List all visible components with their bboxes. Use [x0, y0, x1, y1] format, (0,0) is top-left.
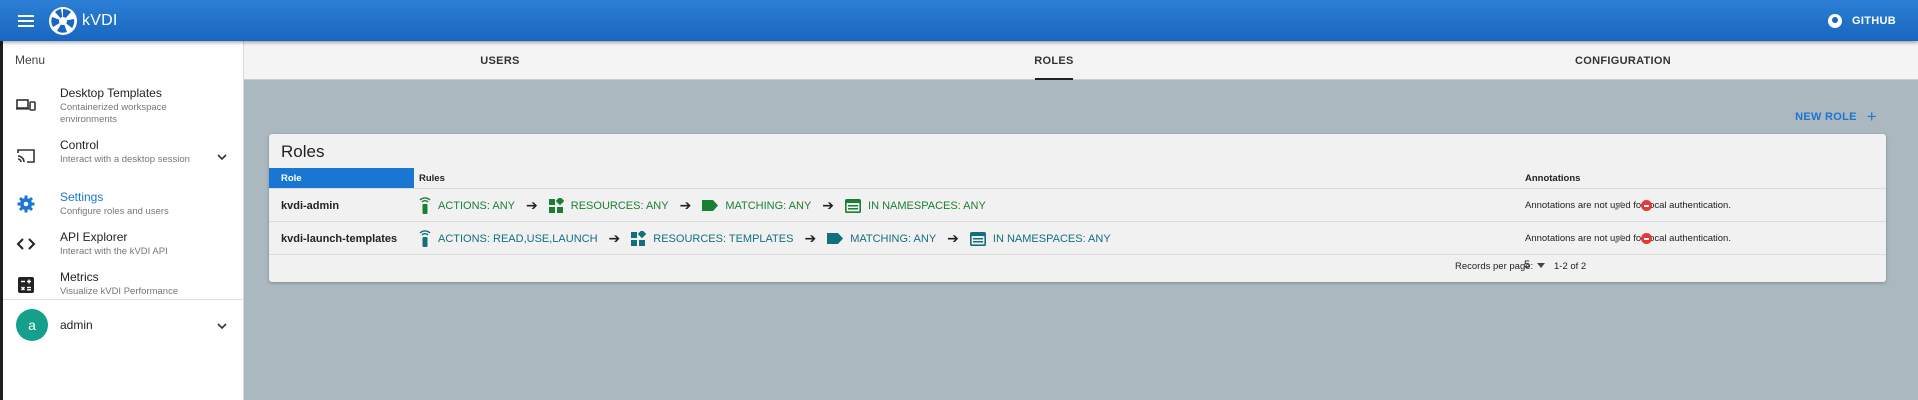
code-icon	[16, 238, 36, 250]
table-row[interactable]: kvdi-launch-templates ACTIONS: READ,USE,…	[269, 221, 1886, 254]
edit-icon[interactable]	[1614, 233, 1625, 244]
new-role-button[interactable]: NEW ROLE +	[1795, 107, 1877, 126]
web-asset-icon	[969, 231, 986, 246]
table-row[interactable]: kvdi-admin ACTIONS: ANY ➔ RESOURCES: ANY…	[269, 188, 1886, 221]
github-label: GITHUB	[1852, 14, 1896, 27]
sidebar-divider	[3, 299, 243, 300]
arrow-right-icon: ➔	[526, 197, 538, 213]
arrow-right-icon: ➔	[608, 230, 621, 246]
sidebar-item-subtitle: Configure roles and users	[60, 206, 169, 217]
column-header-role[interactable]: Role	[269, 168, 414, 188]
records-per-page-select[interactable]: 5	[1524, 259, 1530, 271]
user-name: admin	[60, 318, 93, 332]
widgets-icon	[548, 198, 564, 213]
role-name: kvdi-launch-templates	[281, 232, 398, 245]
user-menu[interactable]: a admin	[3, 305, 243, 345]
rule-text: MATCHING: ANY	[850, 232, 937, 245]
tab-roles[interactable]: ROLES	[1034, 41, 1073, 80]
label-icon	[827, 233, 844, 244]
sidebar-item-subtitle: Visualize kVDI Performance	[60, 286, 179, 297]
sidebar: Menu Desktop Templates Containerized wor…	[0, 41, 244, 400]
rules-list: ACTIONS: READ,USE,LAUNCH ➔ RESOURCES: TE…	[419, 222, 1111, 255]
edit-icon[interactable]	[1614, 200, 1625, 211]
calculator-icon	[18, 277, 34, 293]
remote-icon	[419, 229, 431, 247]
label-icon	[702, 200, 719, 211]
column-header-rules[interactable]: Rules	[419, 168, 445, 188]
sidebar-item-label: Settings	[60, 190, 104, 204]
sidebar-item-label: Desktop Templates	[60, 86, 162, 100]
rule-text: MATCHING: ANY	[725, 199, 812, 212]
annotation-text: Annotations are not used for local authe…	[1525, 200, 1731, 211]
arrow-right-icon: ➔	[947, 230, 959, 246]
tab-users[interactable]: USERS	[463, 41, 537, 80]
column-header-annotations[interactable]: Annotations	[1525, 168, 1580, 188]
tab-bar: USERS ROLES CONFIGURATION	[244, 41, 1918, 80]
kvdi-logo	[49, 6, 77, 35]
card-title: Roles	[281, 142, 325, 161]
plus-icon: +	[1866, 107, 1877, 126]
rule-resources: RESOURCES: ANY	[548, 198, 669, 213]
sidebar-item-subtitle: Interact with the kVDI API	[60, 246, 168, 257]
menu-icon[interactable]	[18, 12, 34, 30]
app-title: kVDI	[82, 11, 118, 29]
rule-text: RESOURCES: TEMPLATES	[653, 232, 794, 245]
new-role-label: NEW ROLE	[1795, 111, 1857, 123]
dropdown-arrow-icon[interactable]	[1537, 263, 1545, 268]
role-name: kvdi-admin	[281, 199, 340, 212]
rule-resources: RESOURCES: TEMPLATES	[631, 231, 793, 246]
sidebar-item-label: API Explorer	[60, 230, 128, 244]
remote-icon	[419, 196, 431, 214]
rule-text: RESOURCES: ANY	[570, 199, 669, 212]
sidebar-item-subtitle: Interact with a desktop session	[60, 154, 190, 165]
roles-card: Roles Role Rules Annotations kvdi-admin …	[269, 134, 1886, 282]
cast-icon	[17, 149, 35, 163]
rule-namespaces: IN NAMESPACES: ANY	[969, 231, 1111, 246]
devices-icon	[16, 99, 36, 111]
chevron-down-icon[interactable]	[217, 321, 227, 331]
tab-configuration[interactable]: CONFIGURATION	[1568, 41, 1678, 80]
arrow-right-icon: ➔	[822, 197, 835, 213]
pagination-text: 1-2 of 2	[1554, 261, 1587, 272]
sidebar-item-label: Control	[60, 138, 99, 152]
rule-actions: ACTIONS: READ,USE,LAUNCH	[419, 229, 598, 248]
arrow-right-icon: ➔	[804, 230, 817, 246]
delete-icon[interactable]	[1641, 200, 1652, 211]
rule-actions: ACTIONS: ANY	[419, 196, 516, 215]
records-per-page-label: Records per page:	[1455, 261, 1534, 272]
rule-text: IN NAMESPACES: ANY	[992, 232, 1111, 245]
delete-icon[interactable]	[1641, 233, 1652, 244]
widgets-icon	[631, 231, 647, 246]
sidebar-item-label: Metrics	[60, 270, 99, 284]
table-footer: Records per page: 5 1-2 of 2	[269, 254, 1886, 278]
rules-list: ACTIONS: ANY ➔ RESOURCES: ANY ➔ MATCHING…	[419, 189, 986, 222]
app-header: kVDI GITHUB	[0, 0, 1918, 41]
rule-matching: MATCHING: ANY	[827, 233, 936, 245]
rule-text: ACTIONS: READ,USE,LAUNCH	[438, 232, 598, 245]
main-content: USERS ROLES CONFIGURATION NEW ROLE + Rol…	[244, 41, 1918, 400]
arrow-right-icon: ➔	[679, 197, 692, 213]
rule-namespaces: IN NAMESPACES: ANY	[845, 198, 986, 213]
annotation-text: Annotations are not used for local authe…	[1525, 233, 1731, 244]
sidebar-item-api-explorer[interactable]: API Explorer Interact with the kVDI API	[3, 227, 243, 261]
sidebar-item-metrics[interactable]: Metrics Visualize kVDI Performance	[3, 267, 243, 301]
menu-label: Menu	[15, 53, 46, 67]
gear-icon	[17, 195, 35, 213]
avatar: a	[16, 309, 48, 341]
rule-matching: MATCHING: ANY	[702, 200, 811, 212]
sidebar-item-subtitle: Containerized workspace environments	[60, 102, 167, 125]
chevron-down-icon[interactable]	[217, 152, 227, 162]
web-asset-icon	[845, 198, 862, 213]
github-link[interactable]: GITHUB	[1828, 0, 1896, 41]
rule-text: ACTIONS: ANY	[438, 199, 516, 212]
sidebar-item-control[interactable]: Control Interact with a desktop session	[3, 135, 243, 179]
sidebar-item-desktop-templates[interactable]: Desktop Templates Containerized workspac…	[3, 83, 243, 127]
sidebar-item-settings[interactable]: Settings Configure roles and users	[3, 187, 243, 223]
github-icon	[1828, 13, 1843, 28]
rule-text: IN NAMESPACES: ANY	[868, 199, 986, 212]
